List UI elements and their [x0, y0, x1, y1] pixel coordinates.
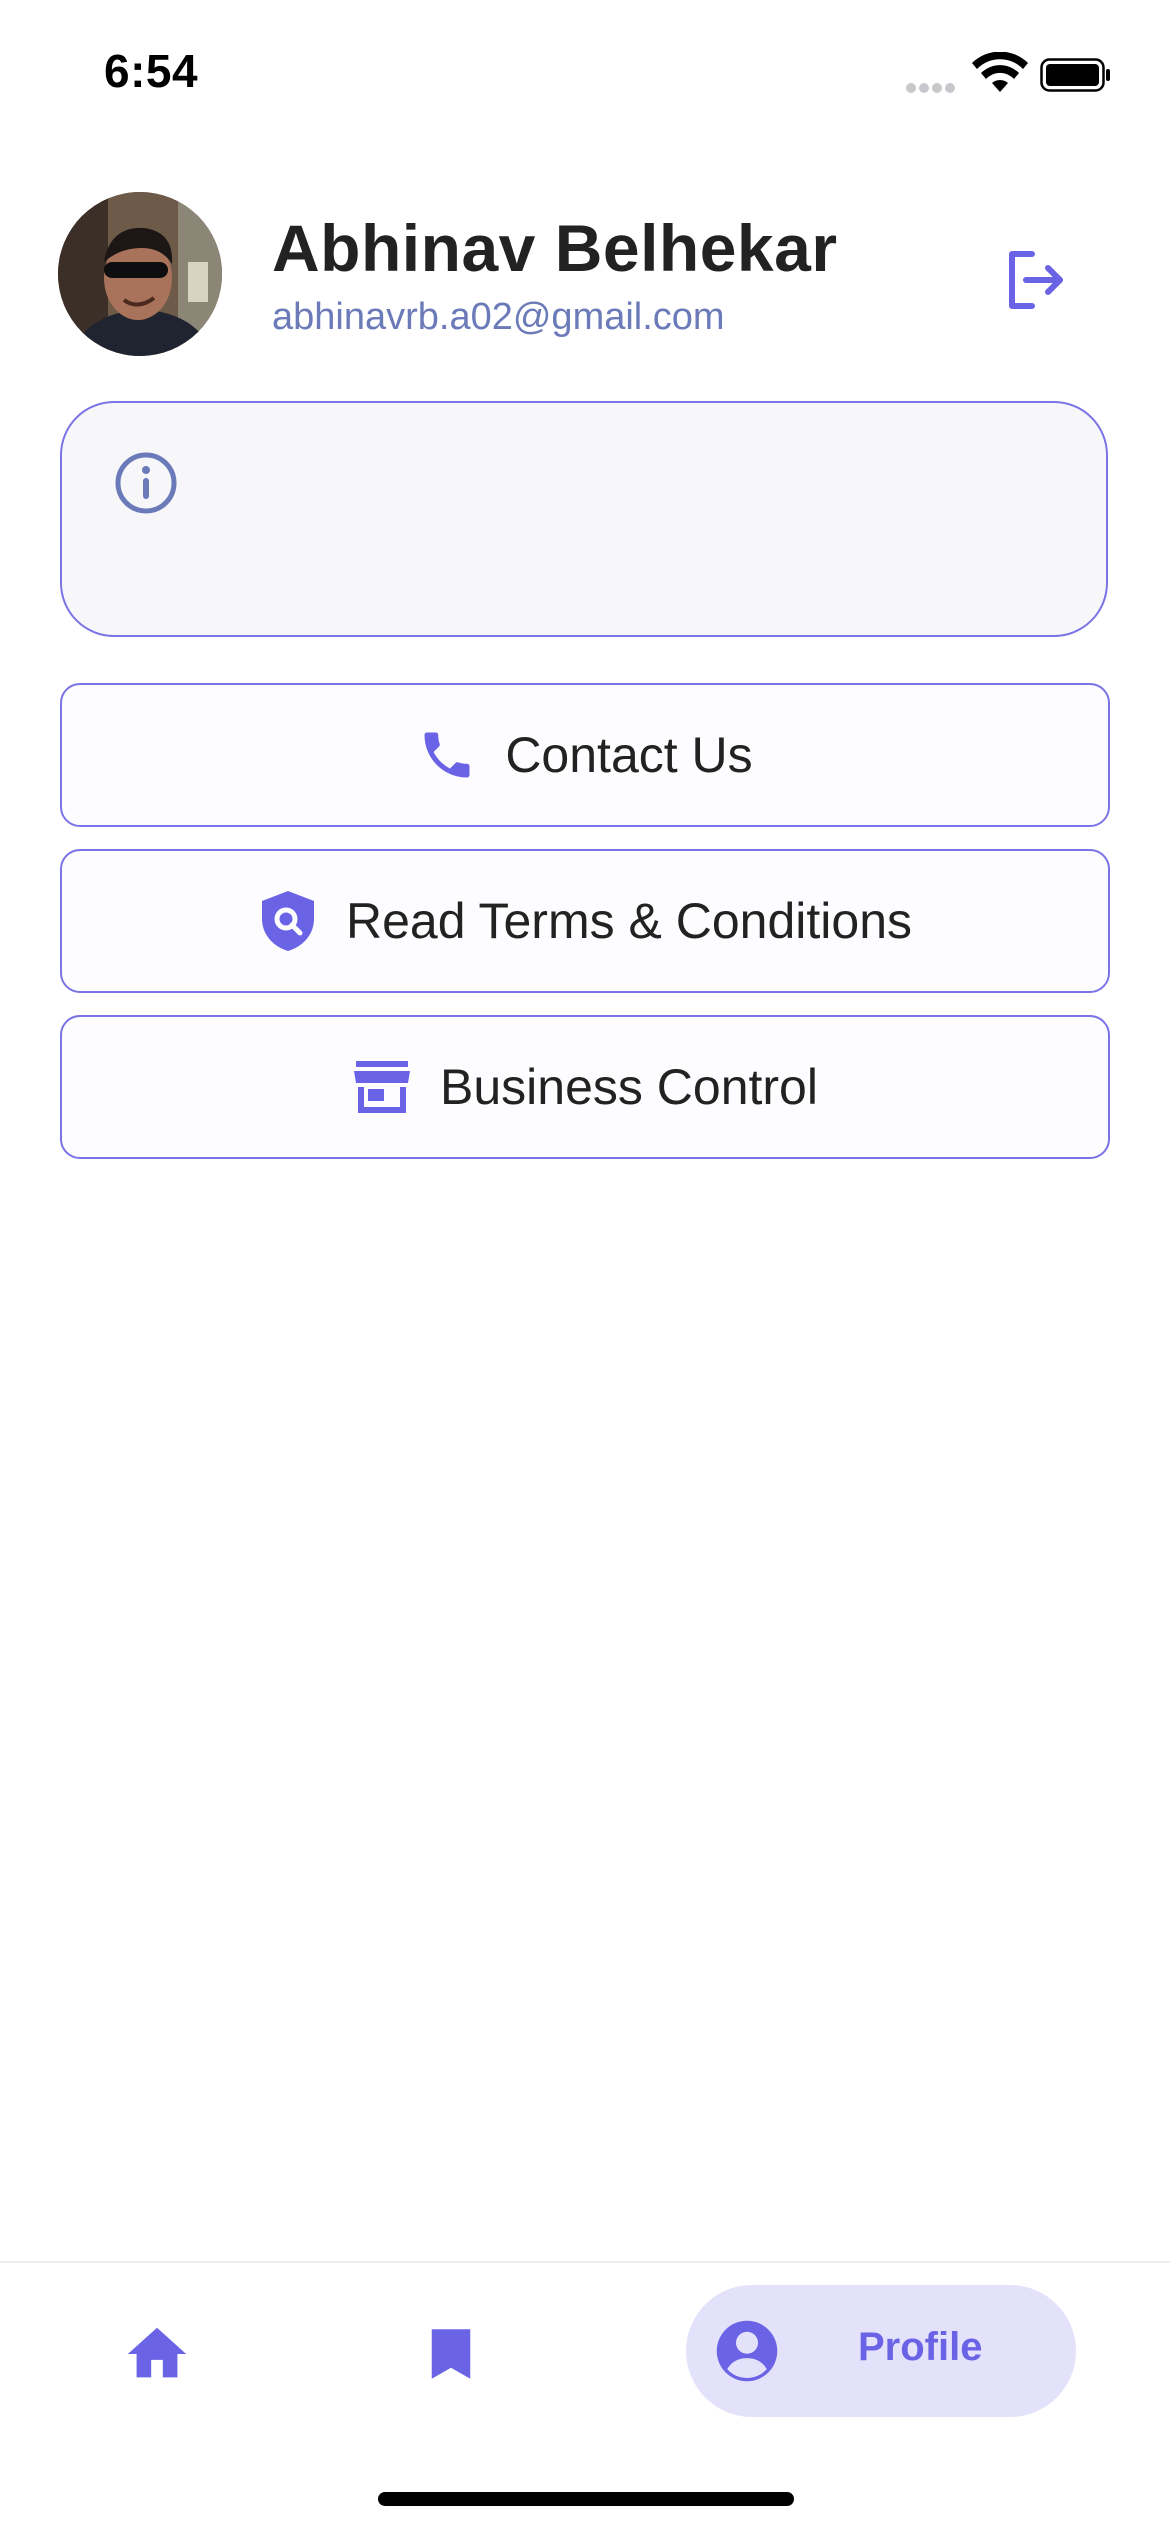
contact-us-label: Contact Us: [505, 727, 753, 783]
info-icon: [115, 452, 177, 514]
terms-conditions-button[interactable]: Read Terms & Conditions: [60, 849, 1110, 993]
wifi-icon: [972, 52, 1028, 92]
home-icon[interactable]: [122, 2319, 192, 2389]
tab-profile[interactable]: Profile: [686, 2285, 1076, 2417]
home-indicator: [378, 2492, 794, 2506]
tab-profile-label: Profile: [858, 2325, 983, 2369]
user-circle-icon: [716, 2320, 778, 2382]
info-card: [60, 401, 1108, 637]
status-time: 6:54: [104, 45, 199, 97]
terms-conditions-label: Read Terms & Conditions: [345, 893, 912, 949]
business-control-label: Business Control: [440, 1059, 818, 1115]
user-email: abhinavrb.a02@gmail.com: [272, 296, 725, 338]
business-control-button[interactable]: Business Control: [60, 1015, 1110, 1159]
user-name: Abhinav Belhekar: [272, 211, 838, 285]
store-icon: [352, 1057, 412, 1117]
battery-icon: [1040, 58, 1110, 92]
avatar: [58, 192, 222, 356]
cellular-signal-icon: [906, 80, 958, 98]
bottom-nav: Profile: [0, 2261, 1170, 2534]
status-bar: 6:54: [0, 0, 1170, 150]
phone-icon: [417, 725, 477, 785]
logout-icon[interactable]: [1002, 246, 1070, 314]
contact-us-button[interactable]: Contact Us: [60, 683, 1110, 827]
profile-header: Abhinav Belhekar abhinavrb.a02@gmail.com: [0, 190, 1170, 370]
bookmark-icon[interactable]: [418, 2319, 484, 2389]
shield-search-icon: [258, 891, 318, 951]
